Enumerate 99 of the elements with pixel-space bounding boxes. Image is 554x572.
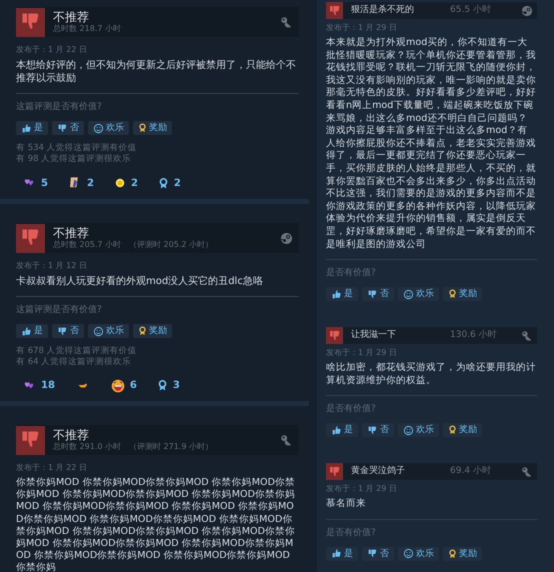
smiley-icon [403, 288, 414, 300]
no-button[interactable]: 否 [362, 423, 394, 438]
thumbs-up-icon [21, 326, 32, 336]
award-count: 5 [41, 176, 48, 190]
award-ribbon-icon [448, 548, 457, 560]
steam-icon [521, 4, 533, 16]
thumbs-up-icon [21, 122, 32, 134]
thumbs-down-icon [16, 8, 45, 36]
vote-count-text: 有 534 人觉得这篇评测有价值 [16, 143, 138, 154]
key-icon [280, 434, 293, 446]
thumbs-down-icon [57, 122, 68, 134]
smiley-icon [403, 548, 414, 560]
thumbs-down-icon [367, 288, 378, 300]
thumbs-down-icon [326, 2, 343, 19]
award-button[interactable]: 奖励 [443, 287, 482, 302]
review-text: 本想给好评的，但不知为何更新之后好评被禁用了，只能给个不推荐以示鼓励 [16, 59, 297, 85]
ribbon-icon [158, 176, 169, 190]
playtime-text: 总时数 218.7 小时 [53, 24, 121, 34]
award-button[interactable]: 奖励 [133, 324, 172, 338]
review-playtime-text: （评测时 205.2 小时） [129, 240, 213, 250]
review-text: 慕名而来 [326, 498, 367, 511]
award-ribbon-icon [448, 424, 457, 436]
key-icon [521, 466, 533, 478]
posted-date: 发布于：1 月 29 日 [326, 484, 398, 494]
review-text: 你禁你妈MOD 你禁你妈MOD你禁你妈MOD 你禁你妈MOD你禁你妈MOD 你禁你妈MOD你禁你妈MOD 你禁你妈MOD你禁你妈MOD 你禁你妈MOD你禁你妈MOD 你禁你妈MOD 你禁你妈MOD你禁你妈MOD 你禁你妈MOD你禁你妈MOD 你禁你妈MOD你禁你妈MOD 你禁你妈MOD你禁你妈MOD 你禁你妈MOD你禁你妈MOD 你禁你妈MOD你禁你妈MOD 你禁你妈MOD你禁你妈MOD 你禁你妈MOD你禁你妈MOD 你禁你妈MOD你禁你妈MOD 你禁你妈 [16, 477, 296, 572]
yes-button[interactable]: 是 [16, 324, 48, 338]
posted-date: 发布于：1 月 29 日 [326, 23, 398, 33]
review-playtime-text: （评测时 271.9 小时） [129, 442, 213, 452]
vote-count-text: 有 678 人觉得这篇评测有价值 [16, 346, 138, 357]
helpful-question: 这篇评测是否有价值? [16, 305, 103, 316]
playtime-text: 130.6 小时 [450, 328, 498, 342]
no-button[interactable]: 否 [362, 287, 394, 302]
thumbs-down-icon [16, 426, 45, 454]
sun-icon [114, 177, 126, 189]
award-ribbon-icon [138, 122, 147, 134]
funny-button[interactable]: 欢乐 [398, 287, 439, 302]
author-name: 黄金哭泣鸽子 [351, 465, 406, 478]
smiley-icon [93, 122, 104, 134]
playtime-text: 69.4 小时 [450, 465, 492, 478]
steam-icon [280, 232, 293, 244]
funny-button[interactable]: 欢乐 [88, 121, 129, 135]
vote-count-text: 有 98 人觉得这篇评测很欢乐 [16, 154, 132, 165]
thumbs-up-icon [331, 548, 342, 560]
no-button[interactable]: 否 [52, 324, 84, 338]
award-button[interactable]: 奖励 [443, 423, 482, 438]
verdict-title: 不推荐 [53, 10, 90, 24]
funny-button[interactable]: 欢乐 [398, 546, 439, 561]
review-text: 卡叔叔看别人玩更好看的外观mod没人买它的丑dlc急咯 [16, 275, 264, 288]
thumbs-down-icon [326, 327, 343, 344]
no-button[interactable]: 否 [362, 546, 394, 561]
posted-date: 发布于：1 月 22 日 [16, 463, 88, 473]
review-text: 本来就是为打外观mod买的，你不知道有一大批怪猎暖暖玩家？玩个单机你还要管着管那，我花钱找罪受呢？联机一刀斩无限飞的随便你封，我这又没有影响别的玩家，唯一影响的就是卖你那毫无特色的皮肤。好好看看多少差评吧，好好看看n网上mod下载量吧，端起碗来吃饭放下碗来骂娘，出这么多mod还不明白自己问题吗？游戏内容足够丰富多样至于出这么多mod？有人给你擦屁股你还不捧着点，老老实实完善游戏得了，最后一更都更完结了你还要恶心玩家一手，买你那皮肤的人始终是那些人，不买的，就算你罢黜百家也不会多出来多少，你多出点活动不比这强，我们需要的是游戏的更多内容而不是你游戏政策的更多的各种作妖内容，以降低玩家体验为代价来提升你的销售额，属实是倒反天罡，好好琢磨琢磨吧，希望你是一家有爱的而不是唯利是图的游戏公司 [326, 37, 537, 252]
verdict-title: 不推荐 [53, 226, 90, 240]
award-button[interactable]: 奖励 [133, 121, 172, 135]
posted-date: 发布于：1 月 29 日 [326, 348, 398, 358]
review-text: 啥比加密，都花钱买游戏了，为啥还要用我的计算机资源维护你的权益。 [326, 362, 537, 388]
playtime-text: 65.5 小时 [450, 4, 492, 17]
thumbs-down-icon [57, 326, 68, 336]
award-count: 2 [86, 176, 94, 190]
award-button[interactable]: 奖励 [443, 546, 482, 561]
key-icon [521, 330, 533, 342]
thumbs-down-icon [326, 463, 343, 480]
award-count: 2 [174, 176, 181, 190]
thumbs-down-icon [16, 224, 45, 252]
playtime-text: 总时数 205.7 小时 [53, 240, 121, 250]
helpful-question: 是否有价值? [326, 528, 377, 539]
thumbs-down-icon [367, 424, 378, 436]
laughing-face-icon [110, 378, 125, 392]
hearts-icon [22, 380, 36, 392]
award-count: 3 [172, 379, 180, 393]
yes-button[interactable]: 是 [326, 423, 358, 438]
author-name: 让我滋一下 [351, 328, 397, 342]
thumbs-up-icon [331, 288, 342, 300]
posted-date: 发布于：1 月 12 日 [16, 261, 88, 271]
helpful-question: 是否有价值? [326, 268, 377, 280]
no-button[interactable]: 否 [52, 121, 84, 135]
smiley-icon [403, 424, 414, 436]
award-count: 2 [130, 176, 138, 190]
award-ribbon-icon [138, 325, 147, 337]
funny-button[interactable]: 欢乐 [88, 324, 129, 338]
thumbs-up-icon [331, 424, 342, 436]
helpful-question: 是否有价值? [326, 404, 377, 416]
thumbs-down-icon [367, 548, 378, 560]
posted-date: 发布于：1 月 22 日 [16, 45, 88, 55]
key-icon [280, 16, 293, 28]
smiley-icon [93, 326, 104, 336]
verdict-title: 不推荐 [53, 428, 90, 442]
award-count: 6 [130, 379, 137, 393]
helpful-question: 这篇评测是否有价值? [16, 102, 103, 113]
yes-button[interactable]: 是 [326, 546, 358, 561]
ribbon-icon [156, 378, 168, 393]
yes-button[interactable]: 是 [16, 121, 48, 135]
funny-button[interactable]: 欢乐 [398, 423, 439, 438]
author-name: 狠活是杀不死的 [351, 4, 415, 17]
playtime-text: 总时数 291.0 小时 [53, 442, 121, 452]
yes-button[interactable]: 是 [326, 287, 358, 302]
award-ribbon-icon [448, 288, 457, 300]
award-count: 18 [41, 379, 55, 393]
vote-count-text: 有 64 人觉得这篇评测很欢乐 [16, 357, 132, 368]
